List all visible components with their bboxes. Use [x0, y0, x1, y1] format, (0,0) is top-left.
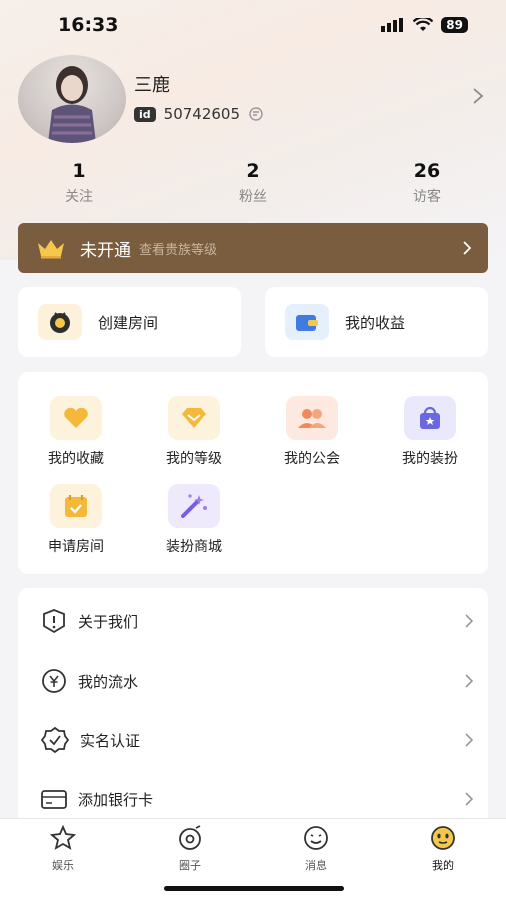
menu-item-transactions[interactable]: 我的流水: [18, 652, 488, 710]
user-id-row: id 50742605: [134, 105, 264, 123]
chevron-right-icon: [463, 241, 472, 255]
chevron-right-icon: [465, 733, 474, 747]
yuan-icon: [42, 669, 66, 693]
quick-label: 创建房间: [98, 313, 159, 332]
tab-circle[interactable]: 圈子: [150, 825, 230, 873]
tab-label: 消息: [305, 859, 327, 872]
smile-face-icon: [431, 826, 455, 850]
group-icon: [286, 396, 338, 440]
stat-following[interactable]: 1 关注: [19, 160, 139, 206]
menu-label: 实名认证: [80, 731, 141, 750]
stat-label: 关注: [65, 189, 93, 205]
chevron-right-icon[interactable]: [472, 87, 484, 105]
username: 三鹿: [134, 75, 170, 96]
stat-visitors[interactable]: 26 访客: [367, 160, 487, 206]
stat-fans[interactable]: 2 粉丝: [193, 160, 313, 206]
stat-label: 访客: [413, 189, 441, 205]
chevron-right-icon: [465, 674, 474, 688]
crown-icon: [38, 240, 64, 259]
grid-item-outfit-store[interactable]: 装扮商城: [139, 484, 249, 556]
tab-mine[interactable]: 我的: [403, 825, 483, 873]
stat-number: 2: [246, 160, 260, 182]
star-icon: [49, 824, 77, 850]
tab-label: 娱乐: [52, 859, 74, 872]
calendar-icon: [50, 484, 102, 528]
grid-label: 申请房间: [48, 539, 104, 555]
grid-item-apply-room[interactable]: 申请房间: [21, 484, 131, 556]
grid-label: 装扮商城: [166, 539, 222, 555]
menu-label: 关于我们: [78, 612, 139, 631]
chevron-right-icon: [465, 614, 474, 628]
create-room-card[interactable]: 创建房间: [18, 287, 241, 357]
home-indicator: [164, 886, 344, 891]
tab-messages[interactable]: 消息: [276, 825, 356, 873]
grid-item-favorites[interactable]: 我的收藏: [21, 396, 131, 468]
chevron-right-icon: [465, 792, 474, 806]
status-time: 16:33: [58, 14, 119, 36]
bag-icon: [404, 396, 456, 440]
quick-label: 我的收益: [345, 313, 406, 332]
my-earnings-card[interactable]: 我的收益: [265, 287, 488, 357]
tab-entertainment[interactable]: 娱乐: [23, 824, 103, 873]
stat-number: 26: [413, 160, 441, 182]
tab-label: 我的: [432, 859, 454, 872]
menu-label: 我的流水: [78, 672, 139, 691]
vip-banner[interactable]: 未开通 查看贵族等级: [18, 223, 488, 273]
battery-indicator: 89: [441, 17, 468, 33]
copy-icon[interactable]: [248, 106, 264, 122]
grid-label: 我的收藏: [48, 451, 104, 467]
status-icons: 89: [381, 17, 468, 33]
feature-grid: 我的收藏 我的等级 我的公会 我的装扮 申请房间 装扮商城: [18, 372, 488, 574]
verified-icon: [40, 726, 70, 754]
profile-header[interactable]: 三鹿 id 50742605: [18, 55, 488, 145]
diamond-icon: [168, 396, 220, 440]
vip-status: 未开通: [80, 240, 131, 261]
menu-item-about[interactable]: 关于我们: [18, 592, 488, 650]
magic-wand-icon: [168, 484, 220, 528]
tv-icon: [38, 304, 82, 340]
stats-row: 1 关注 2 粉丝 26 访客: [0, 160, 506, 210]
vip-subtitle: 查看贵族等级: [139, 242, 218, 258]
message-face-icon: [304, 826, 328, 850]
heart-icon: [50, 396, 102, 440]
info-icon: [43, 609, 65, 634]
menu-item-verification[interactable]: 实名认证: [18, 711, 488, 769]
grid-item-outfit[interactable]: 我的装扮: [375, 396, 485, 468]
grid-item-level[interactable]: 我的等级: [139, 396, 249, 468]
tab-label: 圈子: [179, 859, 201, 872]
circle-icon: [179, 825, 201, 850]
status-bar: 16:33 89: [0, 0, 506, 50]
menu-label: 添加银行卡: [78, 790, 154, 809]
grid-item-guild[interactable]: 我的公会: [257, 396, 367, 468]
card-icon: [41, 790, 67, 809]
settings-menu: 关于我们 我的流水 实名认证 添加银行卡: [18, 588, 488, 828]
wallet-icon: [285, 304, 329, 340]
wifi-icon: [413, 18, 434, 31]
avatar[interactable]: [18, 55, 126, 143]
user-id: 50742605: [163, 105, 241, 123]
signal-icon: [381, 18, 404, 32]
grid-label: 我的公会: [284, 451, 340, 467]
stat-label: 粉丝: [239, 189, 267, 205]
grid-label: 我的装扮: [402, 451, 458, 467]
id-badge: id: [134, 106, 156, 122]
grid-label: 我的等级: [166, 451, 222, 467]
stat-number: 1: [72, 160, 86, 182]
